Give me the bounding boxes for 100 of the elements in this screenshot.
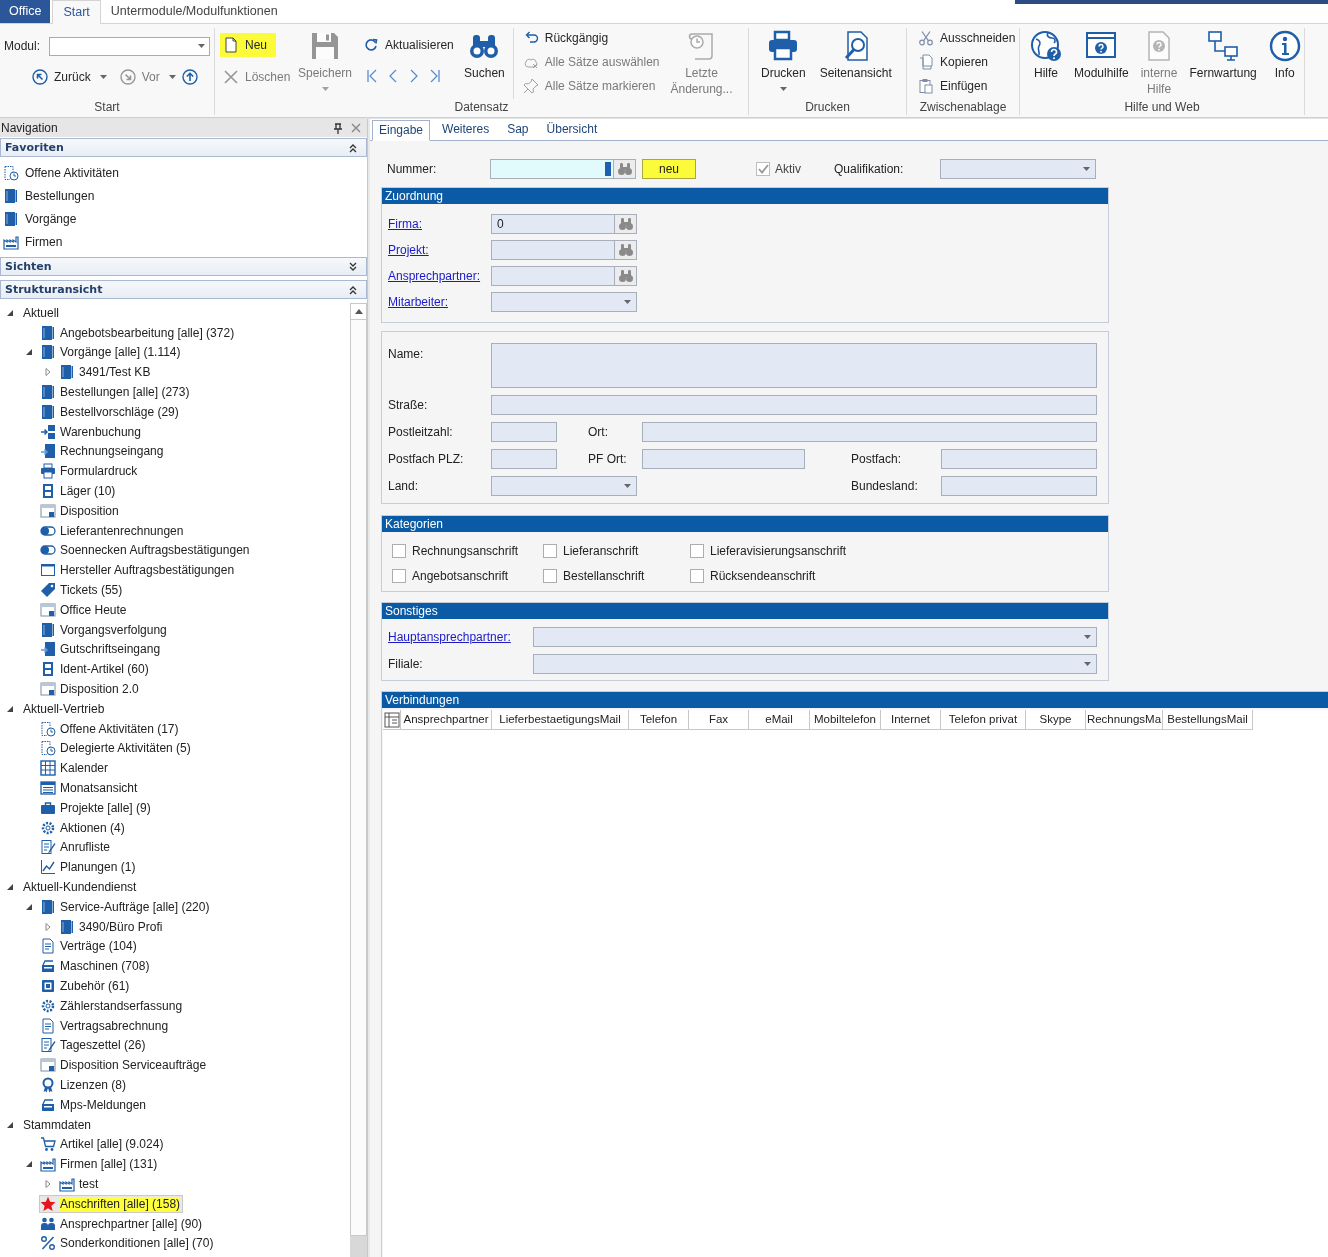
file-menu-tab[interactable]: Office (0, 0, 51, 23)
dropdown-field[interactable] (533, 627, 1097, 647)
column-header[interactable]: RechnungsMa (1086, 710, 1163, 730)
close-icon[interactable] (351, 123, 361, 133)
search-button[interactable]: Suchen (460, 28, 509, 81)
form-tab[interactable]: Weiteres (436, 120, 496, 140)
tree-item[interactable]: Warenbuchung (39, 422, 144, 441)
checkbox[interactable] (690, 543, 704, 558)
tree-item[interactable]: Aktionen (4) (39, 818, 128, 837)
tree-item[interactable]: Tickets (55) (39, 581, 126, 600)
form-tab[interactable]: Sap (501, 120, 535, 140)
favorite-item[interactable]: Bestellungen (0, 184, 367, 207)
postal-code-field[interactable] (491, 422, 557, 442)
new-button[interactable]: Neu (220, 33, 276, 57)
tree-item[interactable]: Offene Aktivitäten (17) (39, 719, 182, 738)
column-chooser-button[interactable] (383, 710, 401, 730)
refresh-button[interactable]: Aktualisieren (360, 33, 461, 57)
ribbon-tab[interactable]: Start (52, 0, 101, 24)
tree-item[interactable]: Bestellungen [alle] (273) (39, 383, 193, 402)
favorite-item[interactable]: Firmen (0, 230, 367, 253)
tree-item[interactable]: Disposition 2.0 (39, 680, 142, 699)
section-header[interactable]: Strukturansicht (0, 280, 367, 299)
back-button[interactable]: Zurück (29, 67, 94, 87)
scroll-up-button[interactable] (350, 303, 367, 320)
tree-item[interactable]: Projekte [alle] (9) (39, 798, 154, 817)
column-header[interactable]: LieferbestaetigungsMail (492, 710, 629, 730)
remote-maintenance-button[interactable]: Fernwartung (1185, 28, 1261, 81)
form-tab[interactable]: Übersicht (540, 120, 604, 140)
tree-item[interactable]: Office Heute (39, 600, 130, 619)
tree-item[interactable]: Hersteller Auftragsbestätigungen (39, 561, 238, 580)
paste-button[interactable]: Einfügen (915, 76, 1019, 96)
tree-item[interactable]: Monatsansicht (39, 779, 141, 797)
lookup-field[interactable] (491, 240, 615, 260)
form-tab[interactable]: Eingabe (372, 120, 431, 141)
favorite-item[interactable]: Vorgänge (0, 207, 367, 230)
tree-item[interactable]: Mps-Meldungen (39, 1095, 150, 1114)
column-header[interactable]: Fax (689, 710, 749, 730)
checkbox[interactable] (543, 568, 557, 583)
column-header[interactable]: Skype (1026, 710, 1086, 730)
po-box-city-field[interactable] (642, 449, 805, 469)
po-box-field[interactable] (941, 449, 1097, 469)
tree-item[interactable]: Soennecken Auftragsbestätigungen (39, 541, 253, 560)
tree-item[interactable]: Tageszettel (26) (39, 1036, 149, 1055)
tree-item[interactable]: test (58, 1174, 102, 1193)
name-field[interactable] (491, 343, 1097, 388)
favorite-item[interactable]: Offene Aktivitäten (0, 161, 367, 184)
tree-item[interactable]: Ansprechpartner [alle] (90) (39, 1214, 206, 1233)
tree-item[interactable]: Lieferantenrechnungen (39, 521, 187, 540)
tree-item[interactable]: Anrufliste (39, 838, 114, 857)
lookup-button[interactable] (615, 240, 637, 260)
lookup-button[interactable] (615, 214, 637, 234)
print-button[interactable]: Drucken (757, 28, 810, 91)
triangle-icon[interactable] (6, 883, 14, 891)
column-header[interactable]: Mobiltelefon (810, 710, 881, 730)
checkbox[interactable] (690, 568, 704, 583)
new-number-button[interactable]: neu (642, 159, 696, 179)
tree-item[interactable]: Anschriften [alle] (158) (39, 1194, 184, 1213)
dropdown-field[interactable] (491, 292, 637, 312)
tree-item[interactable]: Formulardruck (39, 462, 141, 481)
city-field[interactable] (642, 422, 1097, 442)
triangle-icon[interactable] (25, 1160, 33, 1169)
tree-item[interactable]: Zubehör (61) (39, 977, 133, 995)
cut-button[interactable]: Ausschneiden (915, 28, 1019, 48)
tree-item[interactable]: Firmen [alle] (131) (39, 1155, 161, 1174)
triangle-icon[interactable] (6, 1120, 14, 1129)
pin-icon[interactable] (333, 122, 343, 134)
tree-item[interactable]: Vorgangsverfolgung (39, 620, 170, 639)
column-header[interactable]: Internet (881, 710, 941, 730)
tree-item[interactable]: Zählerstandserfassung (39, 996, 186, 1015)
caret-icon[interactable] (99, 75, 107, 79)
tree-item[interactable]: Ident-Artikel (60) (39, 660, 152, 679)
undo-button[interactable]: Rückgängig (519, 28, 663, 48)
tree-item[interactable]: Gutschriftseingang (39, 640, 164, 659)
column-header[interactable]: Ansprechpartner (401, 710, 492, 730)
state-field[interactable] (941, 476, 1097, 496)
checkbox[interactable] (392, 568, 406, 583)
country-dropdown[interactable] (491, 476, 637, 496)
copy-button[interactable]: Kopieren (915, 52, 1019, 72)
column-header[interactable]: Telefon privat (941, 710, 1026, 730)
qualification-dropdown[interactable] (940, 159, 1096, 179)
po-box-zip-field[interactable] (491, 449, 557, 469)
tree-item[interactable]: Stammdaten (22, 1115, 95, 1134)
tree-item[interactable]: Rechnungseingang (39, 442, 167, 461)
tree-item[interactable]: Lizenzen (8) (39, 1075, 130, 1094)
triangle-icon[interactable] (25, 348, 33, 357)
field-link[interactable]: Projekt: (388, 243, 491, 257)
info-button[interactable]: Info (1264, 28, 1305, 81)
triangle-icon[interactable] (6, 308, 14, 317)
tree-item[interactable]: Service-Aufträge [alle] (220) (39, 897, 213, 916)
tree-item[interactable]: Planungen (1) (39, 858, 139, 877)
ribbon-tab[interactable]: Untermodule/Modulfunktionen (100, 0, 288, 23)
up-button[interactable] (181, 69, 198, 85)
tree-item[interactable]: Bestellvorschläge (29) (39, 402, 182, 421)
tree-item[interactable]: Maschinen (708) (39, 957, 153, 976)
tree-item[interactable]: Aktuell-Kundendienst (22, 878, 140, 896)
tree-item[interactable]: Sonderkonditionen [alle] (70) (39, 1234, 217, 1253)
tree-item[interactable]: Verträge (104) (39, 937, 140, 956)
field-link[interactable]: Ansprechpartner: (388, 269, 491, 283)
section-header[interactable]: Sichten (0, 257, 367, 276)
field-link[interactable]: Hauptansprechpartner: (388, 630, 533, 644)
